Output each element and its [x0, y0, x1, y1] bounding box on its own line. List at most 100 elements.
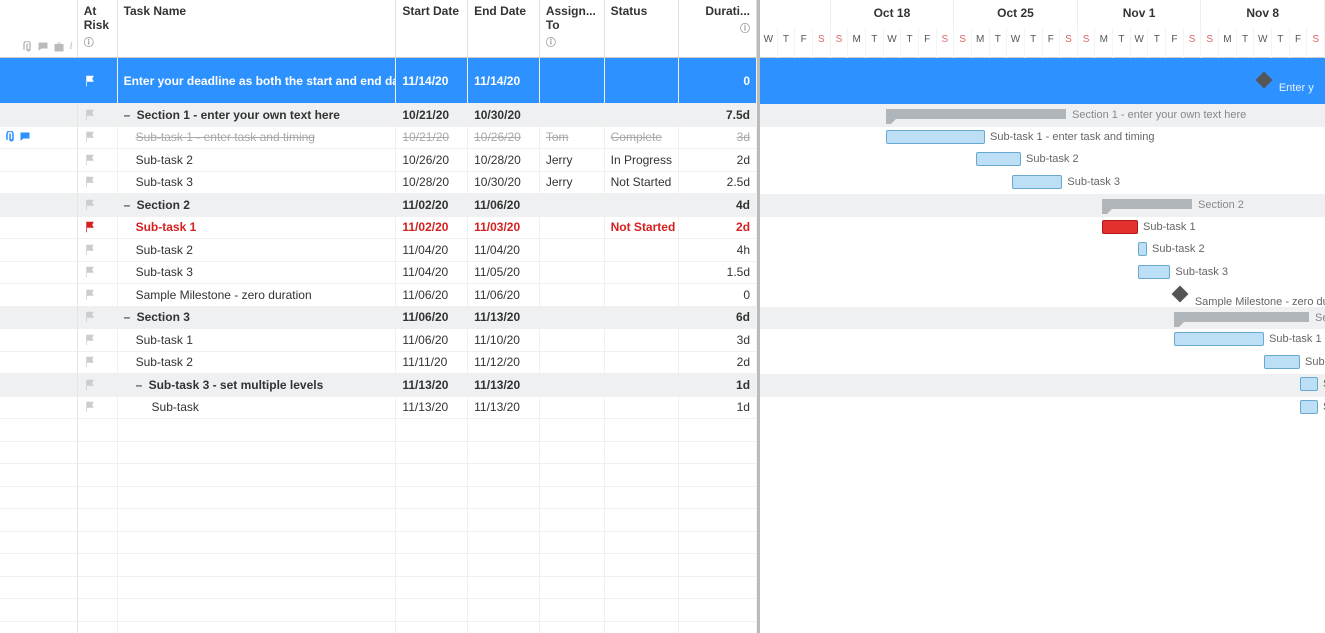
cell-start-date[interactable]: 11/11/20: [396, 352, 468, 374]
cell-at-risk[interactable]: [78, 284, 118, 306]
task-row[interactable]: –Sub-task 3 - set multiple levels11/13/2…: [0, 374, 757, 397]
task-row[interactable]: Sub-task 111/02/2011/03/20Not Started2d: [0, 217, 757, 240]
cell-start-date[interactable]: [396, 622, 468, 633]
cell-assigned-to[interactable]: [540, 104, 605, 126]
gantt-task-bar[interactable]: Sub-task 1: [1102, 220, 1138, 234]
gantt-chart[interactable]: Oct 18Oct 25Nov 1Nov 8 WTFSSMTWTFSSMTWTF…: [760, 0, 1325, 633]
gantt-row[interactable]: Sub-task 1 - enter task and timing: [760, 127, 1325, 150]
cell-duration[interactable]: [679, 419, 757, 441]
gantt-summary-bar[interactable]: Section: [1174, 312, 1309, 322]
cell-at-risk[interactable]: [78, 172, 118, 194]
cell-assigned-to[interactable]: [540, 509, 605, 531]
cell-at-risk[interactable]: [78, 464, 118, 486]
cell-end-date[interactable]: [468, 419, 540, 441]
gantt-row[interactable]: Sub-task 3: [760, 262, 1325, 285]
cell-assigned-to[interactable]: [540, 239, 605, 261]
cell-start-date[interactable]: [396, 532, 468, 554]
gantt-row[interactable]: Sub-task 2: [760, 352, 1325, 375]
empty-row[interactable]: [0, 487, 757, 510]
attachment-icon[interactable]: [4, 75, 16, 87]
cell-end-date[interactable]: 11/13/20: [468, 397, 540, 419]
gantt-body[interactable]: Enter y Section 1 - enter your own text h…: [760, 58, 1325, 633]
gantt-row[interactable]: Section 1 - enter your own text here: [760, 104, 1325, 127]
cell-status[interactable]: [605, 194, 680, 216]
gantt-row[interactable]: Sub-tas: [760, 374, 1325, 397]
cell-start-date[interactable]: [396, 599, 468, 621]
cell-task-name[interactable]: Sample Milestone - zero duration: [118, 284, 397, 306]
cell-assigned-to[interactable]: [540, 419, 605, 441]
cell-at-risk[interactable]: [78, 262, 118, 284]
cell-status[interactable]: [605, 374, 680, 396]
cell-start-date[interactable]: 11/04/20: [396, 262, 468, 284]
cell-status[interactable]: [605, 104, 680, 126]
cell-duration[interactable]: 0: [679, 58, 757, 103]
gantt-row[interactable]: [760, 622, 1325, 633]
cell-duration[interactable]: [679, 509, 757, 531]
empty-row[interactable]: [0, 419, 757, 442]
cell-task-name[interactable]: Sub-task 3: [118, 172, 397, 194]
gantt-task-bar[interactable]: Sub-tas: [1300, 400, 1318, 414]
cell-end-date[interactable]: [468, 554, 540, 576]
empty-row[interactable]: [0, 577, 757, 600]
cell-end-date[interactable]: 10/30/20: [468, 104, 540, 126]
cell-start-date[interactable]: 11/14/20: [396, 58, 468, 103]
cell-assigned-to[interactable]: Jerry: [540, 172, 605, 194]
cell-duration[interactable]: 2.5d: [679, 172, 757, 194]
cell-end-date[interactable]: 10/26/20: [468, 127, 540, 149]
cell-end-date[interactable]: 11/05/20: [468, 262, 540, 284]
cell-end-date[interactable]: 10/28/20: [468, 149, 540, 171]
empty-row[interactable]: [0, 554, 757, 577]
cell-assigned-to[interactable]: [540, 307, 605, 329]
cell-status[interactable]: [605, 577, 680, 599]
gantt-row[interactable]: Sub-task 1: [760, 329, 1325, 352]
cell-task-name[interactable]: Sub-task 2: [118, 352, 397, 374]
gantt-row[interactable]: [760, 509, 1325, 532]
cell-start-date[interactable]: 11/06/20: [396, 284, 468, 306]
cell-status[interactable]: [605, 329, 680, 351]
cell-at-risk[interactable]: [78, 217, 118, 239]
cell-duration[interactable]: [679, 577, 757, 599]
cell-task-name[interactable]: –Section 2: [118, 194, 397, 216]
cell-task-name[interactable]: [118, 622, 397, 633]
col-header-status[interactable]: Status: [605, 0, 680, 57]
gantt-row[interactable]: Sub-task 3: [760, 172, 1325, 195]
cell-duration[interactable]: 4d: [679, 194, 757, 216]
task-row[interactable]: Sub-task 310/28/2010/30/20JerryNot Start…: [0, 172, 757, 195]
lock-icon[interactable]: [61, 75, 73, 87]
cell-assigned-to[interactable]: [540, 397, 605, 419]
gantt-task-bar[interactable]: Sub-tas: [1300, 377, 1318, 391]
gantt-row[interactable]: Enter y: [760, 58, 1325, 104]
cell-at-risk[interactable]: [78, 127, 118, 149]
cell-duration[interactable]: [679, 622, 757, 633]
cell-assigned-to[interactable]: [540, 577, 605, 599]
cell-at-risk[interactable]: [78, 104, 118, 126]
cell-at-risk[interactable]: [78, 442, 118, 464]
cell-task-name[interactable]: –Section 1 - enter your own text here: [118, 104, 397, 126]
gantt-task-bar[interactable]: Sub-task 1 - enter task and timing: [886, 130, 985, 144]
cell-end-date[interactable]: [468, 599, 540, 621]
cell-start-date[interactable]: 10/28/20: [396, 172, 468, 194]
gantt-milestone[interactable]: Enter y: [1256, 72, 1273, 89]
cell-task-name[interactable]: [118, 442, 397, 464]
cell-at-risk[interactable]: [78, 58, 118, 103]
gantt-row[interactable]: Section 2: [760, 194, 1325, 217]
comment-icon[interactable]: [19, 131, 31, 143]
cell-end-date[interactable]: 10/30/20: [468, 172, 540, 194]
cell-start-date[interactable]: [396, 487, 468, 509]
task-row[interactable]: Enter your deadline as both the start an…: [0, 58, 757, 104]
cell-at-risk[interactable]: [78, 622, 118, 633]
cell-assigned-to[interactable]: Jerry: [540, 149, 605, 171]
cell-start-date[interactable]: [396, 464, 468, 486]
cell-status[interactable]: [605, 262, 680, 284]
cell-status[interactable]: In Progress: [605, 149, 680, 171]
cell-assigned-to[interactable]: [540, 284, 605, 306]
cell-assigned-to[interactable]: [540, 329, 605, 351]
col-header-assigned-to[interactable]: Assign... To ⓘ: [540, 0, 605, 57]
cell-task-name[interactable]: Sub-task: [118, 397, 397, 419]
cell-start-date[interactable]: 11/13/20: [396, 397, 468, 419]
cell-at-risk[interactable]: [78, 487, 118, 509]
cell-task-name[interactable]: [118, 487, 397, 509]
cell-status[interactable]: [605, 464, 680, 486]
gantt-task-bar[interactable]: Sub-task 2: [1264, 355, 1300, 369]
cell-end-date[interactable]: 11/12/20: [468, 352, 540, 374]
